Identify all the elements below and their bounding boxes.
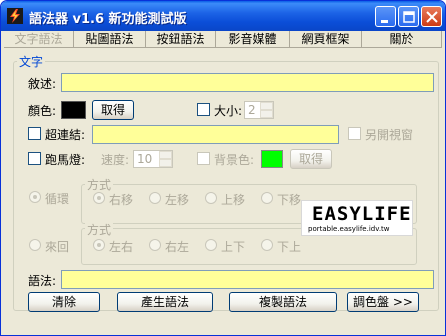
clear-button[interactable]: 清除 xyxy=(28,292,100,312)
text-groupbox-legend: 文字 xyxy=(17,53,46,70)
bg-color-checkbox[interactable] xyxy=(197,152,210,165)
bounce-du-radio[interactable] xyxy=(261,239,273,251)
speed-spin-arrows[interactable] xyxy=(159,151,172,167)
loop-left-radio[interactable] xyxy=(149,192,161,204)
loop-down-radio[interactable] xyxy=(261,192,273,204)
tab-image-syntax[interactable]: 貼圖語法 xyxy=(74,31,146,48)
bounce-du-label: 下上 xyxy=(277,240,302,254)
get-color-button[interactable]: 取得 xyxy=(92,100,134,120)
app-window: 語法器 v1.6 新功能測試版 文字語法 貼圖語法 按鈕語法 影音媒體 網頁框架… xyxy=(0,0,446,336)
tab-media[interactable]: 影音媒體 xyxy=(216,31,290,48)
size-spinner[interactable]: 2 xyxy=(244,101,274,119)
loop-radio[interactable] xyxy=(29,191,41,203)
bounce-lr-label: 左右 xyxy=(109,240,134,254)
loop-up-radio[interactable] xyxy=(205,192,217,204)
syntax-output[interactable] xyxy=(61,270,434,289)
tab-about[interactable]: 關於 xyxy=(362,31,442,48)
logo-url: portable.easylife.idv.tw xyxy=(308,225,390,233)
bounce-lr-radio[interactable] xyxy=(93,239,105,251)
bounce-ud-radio[interactable] xyxy=(205,239,217,251)
bg-color-swatch xyxy=(261,150,283,168)
loop-right-radio[interactable] xyxy=(93,192,105,204)
speed-label: 速度: xyxy=(101,153,130,167)
text-color-swatch xyxy=(61,101,86,119)
window-title: 語法器 v1.6 新功能測試版 xyxy=(29,12,187,27)
description-input[interactable] xyxy=(61,73,434,92)
minimize-button[interactable] xyxy=(375,6,396,27)
loop-up-label: 上移 xyxy=(221,193,246,207)
close-button[interactable] xyxy=(421,6,442,27)
hyperlink-input[interactable] xyxy=(92,125,339,144)
bounce-rl-radio[interactable] xyxy=(149,239,161,251)
copy-syntax-button[interactable]: 複製語法 xyxy=(229,292,337,312)
spin-up-icon[interactable] xyxy=(159,151,172,159)
size-label: 大小: xyxy=(214,104,243,118)
spin-down-icon[interactable] xyxy=(159,159,172,167)
spin-down-icon[interactable] xyxy=(260,110,273,118)
spin-up-icon[interactable] xyxy=(260,102,273,110)
loop-label: 循環 xyxy=(45,192,70,206)
size-spin-arrows[interactable] xyxy=(260,102,273,118)
tab-text-syntax[interactable]: 文字語法 xyxy=(4,31,74,48)
generate-syntax-button[interactable]: 產生語法 xyxy=(117,292,213,312)
marquee-checkbox[interactable] xyxy=(28,152,41,165)
tab-bar: 文字語法 貼圖語法 按鈕語法 影音媒體 網頁框架 關於 xyxy=(4,31,442,48)
get-bg-color-button[interactable]: 取得 xyxy=(290,149,332,169)
loop-down-label: 下移 xyxy=(277,193,302,207)
speed-value: 10 xyxy=(137,152,153,166)
color-label: 顏色: xyxy=(28,104,57,118)
bounce-direction-legend: 方式 xyxy=(85,221,114,238)
loop-right-label: 右移 xyxy=(109,193,134,207)
size-checkbox[interactable] xyxy=(197,103,210,116)
maximize-icon xyxy=(403,11,415,23)
bounce-label: 來回 xyxy=(45,240,70,254)
hyperlink-label: 超連結: xyxy=(45,128,86,142)
hyperlink-checkbox[interactable] xyxy=(28,127,41,140)
minimize-icon xyxy=(381,20,388,23)
speed-spinner[interactable]: 10 xyxy=(133,150,173,168)
loop-left-label: 左移 xyxy=(165,193,190,207)
bounce-ud-label: 上下 xyxy=(221,240,246,254)
size-value: 2 xyxy=(248,103,256,117)
easylife-logo: EASYLIFE portable.easylife.idv.tw xyxy=(301,200,413,236)
syntax-label: 語法: xyxy=(28,274,57,288)
close-icon xyxy=(426,11,438,23)
marquee-label: 跑馬燈: xyxy=(45,153,86,167)
new-window-label: 另開視窗 xyxy=(365,128,414,142)
title-bar[interactable]: 語法器 v1.6 新功能測試版 xyxy=(1,1,445,31)
bg-color-label: 背景色: xyxy=(214,153,255,167)
tab-frames[interactable]: 網頁框架 xyxy=(290,31,362,48)
maximize-button[interactable] xyxy=(398,6,419,27)
new-window-checkbox[interactable] xyxy=(348,127,361,140)
description-label: 敘述: xyxy=(28,77,57,91)
palette-button[interactable]: 調色盤 >> xyxy=(347,292,419,312)
bounce-radio[interactable] xyxy=(29,239,41,251)
lightning-icon xyxy=(7,8,23,24)
logo-text: EASYLIFE xyxy=(312,203,412,225)
bounce-rl-label: 右左 xyxy=(165,240,190,254)
tab-button-syntax[interactable]: 按鈕語法 xyxy=(146,31,216,48)
